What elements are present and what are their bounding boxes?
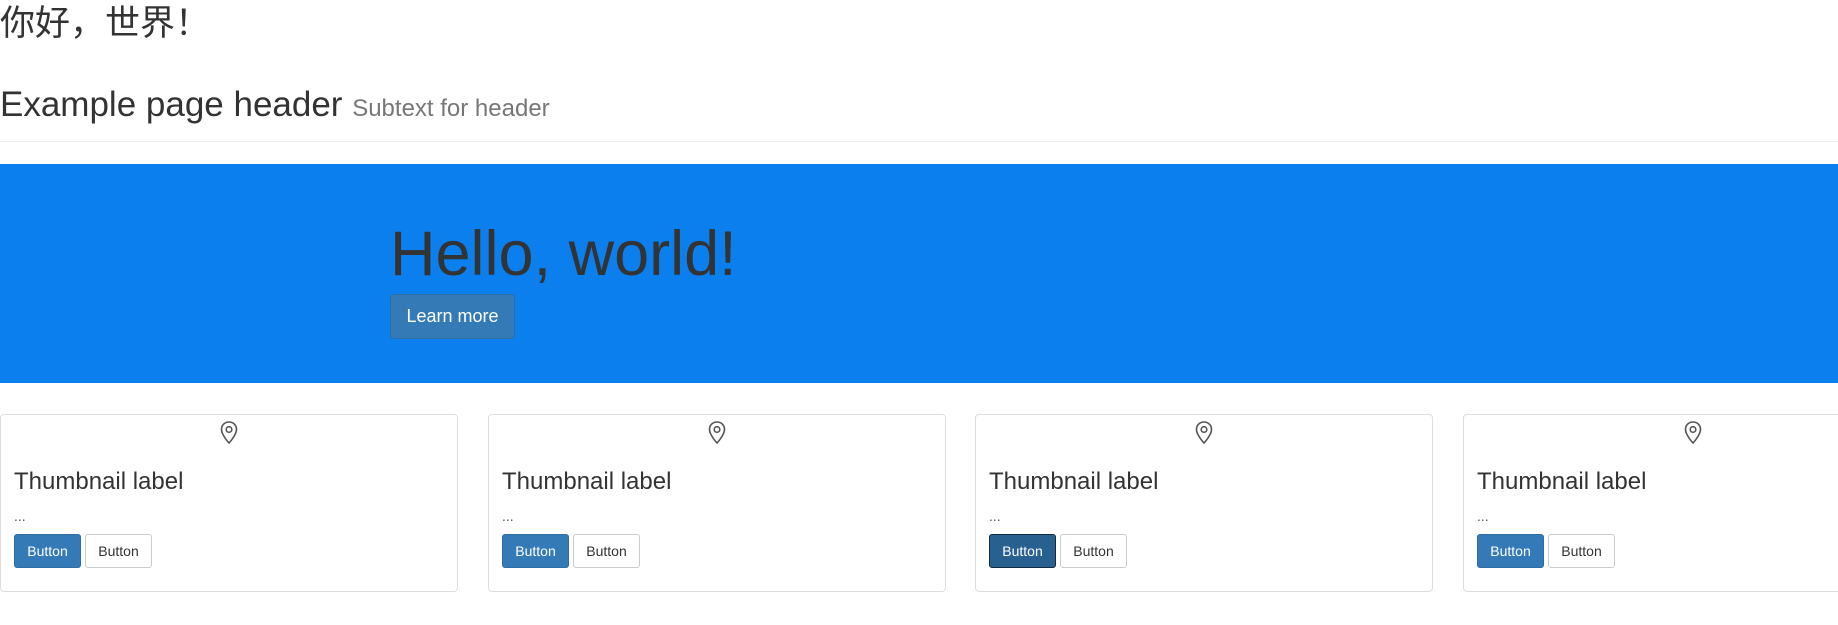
map-pin-icon bbox=[220, 421, 238, 445]
thumbnail-default-button[interactable]: Button bbox=[1060, 534, 1127, 568]
thumbnail-primary-button[interactable]: Button bbox=[502, 534, 569, 568]
thumbnail-description: ... bbox=[502, 508, 514, 524]
thumbnail-default-button[interactable]: Button bbox=[1548, 534, 1615, 568]
chinese-greeting-title: 你好，世界！ bbox=[0, 4, 211, 44]
learn-more-button[interactable]: Learn more bbox=[390, 294, 515, 339]
thumbnail-label: Thumbnail label bbox=[989, 468, 1159, 495]
jumbotron: Hello, world! Learn more bbox=[0, 164, 1838, 383]
map-pin-icon bbox=[708, 421, 726, 445]
thumbnail-label: Thumbnail label bbox=[1477, 468, 1647, 495]
page-header: Example page header Subtext for header bbox=[0, 80, 1838, 142]
thumbnail-primary-button[interactable]: Button bbox=[14, 534, 81, 568]
thumbnail-label: Thumbnail label bbox=[502, 468, 672, 495]
thumbnail-description: ... bbox=[14, 508, 26, 524]
jumbotron-heading: Hello, world! bbox=[390, 219, 737, 289]
page-header-title: Example page header Subtext for header bbox=[0, 80, 1838, 134]
thumbnail-primary-button[interactable]: Button bbox=[1477, 534, 1544, 568]
thumbnail-card: Thumbnail label ... Button Button bbox=[488, 414, 946, 592]
thumbnail-primary-button[interactable]: Button bbox=[989, 534, 1056, 568]
thumbnail-default-button[interactable]: Button bbox=[573, 534, 640, 568]
page-header-title-text: Example page header bbox=[0, 85, 343, 124]
thumbnail-card: Thumbnail label ... Button Button bbox=[975, 414, 1433, 592]
page-header-subtext: Subtext for header bbox=[352, 95, 550, 122]
thumbnail-card: Thumbnail label ... Button Button bbox=[1463, 414, 1838, 592]
thumbnail-default-button[interactable]: Button bbox=[85, 534, 152, 568]
map-pin-icon bbox=[1684, 421, 1702, 445]
thumbnail-card: Thumbnail label ... Button Button bbox=[0, 414, 458, 592]
thumbnail-label: Thumbnail label bbox=[14, 468, 184, 495]
map-pin-icon bbox=[1195, 421, 1213, 445]
thumbnail-description: ... bbox=[1477, 508, 1489, 524]
thumbnail-description: ... bbox=[989, 508, 1001, 524]
